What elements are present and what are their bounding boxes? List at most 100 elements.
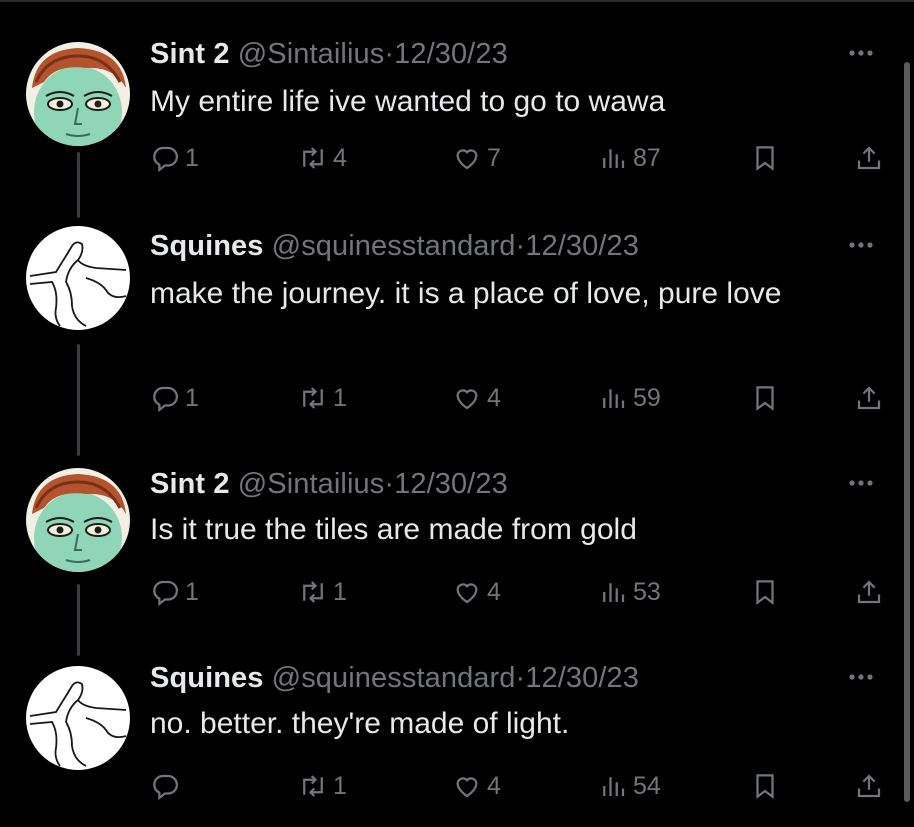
retweet-count: 1 xyxy=(333,771,347,800)
reply-icon xyxy=(153,146,178,173)
like-button[interactable]: 7 xyxy=(452,138,501,178)
heart-icon xyxy=(456,777,478,798)
like-count: 4 xyxy=(487,383,501,412)
separator: · xyxy=(515,662,526,694)
display-name[interactable]: Squines xyxy=(150,230,264,262)
views-count: 54 xyxy=(633,771,661,800)
bookmark-button[interactable] xyxy=(750,572,780,612)
user-handle[interactable]: @Sintailius xyxy=(238,468,385,500)
like-count: 7 xyxy=(487,143,501,172)
like-count: 4 xyxy=(487,577,501,606)
share-button[interactable] xyxy=(854,378,884,418)
tweet-header: Sint 2 @Sintailius·12/30/23 xyxy=(150,468,508,501)
bookmark-icon xyxy=(756,580,774,605)
views-button[interactable]: 54 xyxy=(598,766,661,806)
tweet-date[interactable]: 12/30/23 xyxy=(525,662,639,694)
share-icon xyxy=(857,774,881,798)
tweet-actions: 1 1 4 53 xyxy=(150,572,900,612)
tweet[interactable]: Sint 2 @Sintailius·12/30/23 My entire li… xyxy=(0,2,900,212)
share-button[interactable] xyxy=(854,766,884,806)
views-button[interactable]: 87 xyxy=(598,138,661,178)
separator: · xyxy=(515,230,526,262)
thread-view: Sint 2 @Sintailius·12/30/23 My entire li… xyxy=(0,0,914,827)
tweet[interactable]: Squines @squinesstandard·12/30/23 make t… xyxy=(0,212,900,452)
more-icon xyxy=(849,242,873,248)
bookmark-button[interactable] xyxy=(750,378,780,418)
reply-button[interactable] xyxy=(150,766,185,806)
tweet-text: My entire life ive wanted to go to wawa xyxy=(150,85,666,118)
views-icon xyxy=(603,777,625,796)
tweet[interactable]: Sint 2 @Sintailius·12/30/23 Is it true t… xyxy=(0,452,900,652)
reply-icon xyxy=(153,774,178,801)
reply-icon xyxy=(153,580,178,607)
retweet-icon xyxy=(303,581,323,603)
retweet-count: 1 xyxy=(333,383,347,412)
more-icon xyxy=(849,480,873,486)
tweet-text: no. better. they're made of light. xyxy=(150,707,570,740)
bookmark-button[interactable] xyxy=(750,138,780,178)
share-button[interactable] xyxy=(854,138,884,178)
like-button[interactable]: 4 xyxy=(452,378,501,418)
tweet[interactable]: Squines @squinesstandard·12/30/23 no. be… xyxy=(0,652,900,827)
views-count: 87 xyxy=(633,143,661,172)
more-button[interactable] xyxy=(846,38,876,74)
bookmark-button[interactable] xyxy=(750,766,780,806)
tweet-date[interactable]: 12/30/23 xyxy=(525,230,639,262)
separator: · xyxy=(384,38,395,70)
avatar[interactable] xyxy=(26,42,130,146)
avatar[interactable] xyxy=(26,468,130,572)
user-handle[interactable]: @Sintailius xyxy=(238,38,385,70)
like-button[interactable]: 4 xyxy=(452,572,501,612)
reply-count: 1 xyxy=(185,577,199,606)
share-icon xyxy=(857,580,881,604)
redhead-portrait-avatar xyxy=(26,468,130,572)
more-button[interactable] xyxy=(846,662,876,698)
share-button[interactable] xyxy=(854,572,884,612)
redhead-portrait-avatar xyxy=(26,42,130,146)
retweet-count: 1 xyxy=(333,577,347,606)
tweet-actions: 1 4 54 xyxy=(150,766,900,806)
tweet-date[interactable]: 12/30/23 xyxy=(394,38,508,70)
tweet-actions: 1 1 4 59 xyxy=(150,378,900,418)
more-icon xyxy=(849,674,873,680)
user-handle[interactable]: @squinesstandard xyxy=(272,230,516,262)
tweet-actions: 1 4 7 87 xyxy=(150,138,900,178)
retweet-count: 4 xyxy=(333,143,347,172)
retweet-icon xyxy=(303,775,323,797)
user-handle[interactable]: @squinesstandard xyxy=(272,662,516,694)
avatar[interactable] xyxy=(26,226,130,330)
tweet-date[interactable]: 12/30/23 xyxy=(394,468,508,500)
tweet-header: Squines @squinesstandard·12/30/23 xyxy=(150,230,639,263)
retweet-button[interactable]: 4 xyxy=(298,138,347,178)
reply-button[interactable]: 1 xyxy=(150,572,199,612)
tweet-header: Sint 2 @Sintailius·12/30/23 xyxy=(150,38,508,71)
tweet-text: make the journey. it is a place of love,… xyxy=(150,277,782,310)
retweet-button[interactable]: 1 xyxy=(298,766,347,806)
views-count: 59 xyxy=(633,383,661,412)
reply-button[interactable]: 1 xyxy=(150,138,199,178)
retweet-button[interactable]: 1 xyxy=(298,572,347,612)
display-name[interactable]: Squines xyxy=(150,662,264,694)
display-name[interactable]: Sint 2 xyxy=(150,468,230,500)
bookmark-icon xyxy=(756,386,774,411)
views-icon xyxy=(603,389,625,408)
share-icon xyxy=(857,146,881,170)
retweet-icon xyxy=(303,147,323,169)
display-name[interactable]: Sint 2 xyxy=(150,38,230,70)
heart-icon xyxy=(456,149,478,170)
scrollbar[interactable] xyxy=(904,62,910,802)
more-button[interactable] xyxy=(846,230,876,266)
tweet-text: Is it true the tiles are made from gold xyxy=(150,513,637,546)
avatar[interactable] xyxy=(26,666,130,770)
views-button[interactable]: 59 xyxy=(598,378,661,418)
reply-count: 1 xyxy=(185,383,199,412)
reply-button[interactable]: 1 xyxy=(150,378,199,418)
retweet-button[interactable]: 1 xyxy=(298,378,347,418)
bookmark-icon xyxy=(756,774,774,799)
views-button[interactable]: 53 xyxy=(598,572,661,612)
separator: · xyxy=(384,468,395,500)
more-button[interactable] xyxy=(846,468,876,504)
heart-icon xyxy=(456,583,478,604)
line-drawing-avatar xyxy=(26,226,130,330)
like-button[interactable]: 4 xyxy=(452,766,501,806)
